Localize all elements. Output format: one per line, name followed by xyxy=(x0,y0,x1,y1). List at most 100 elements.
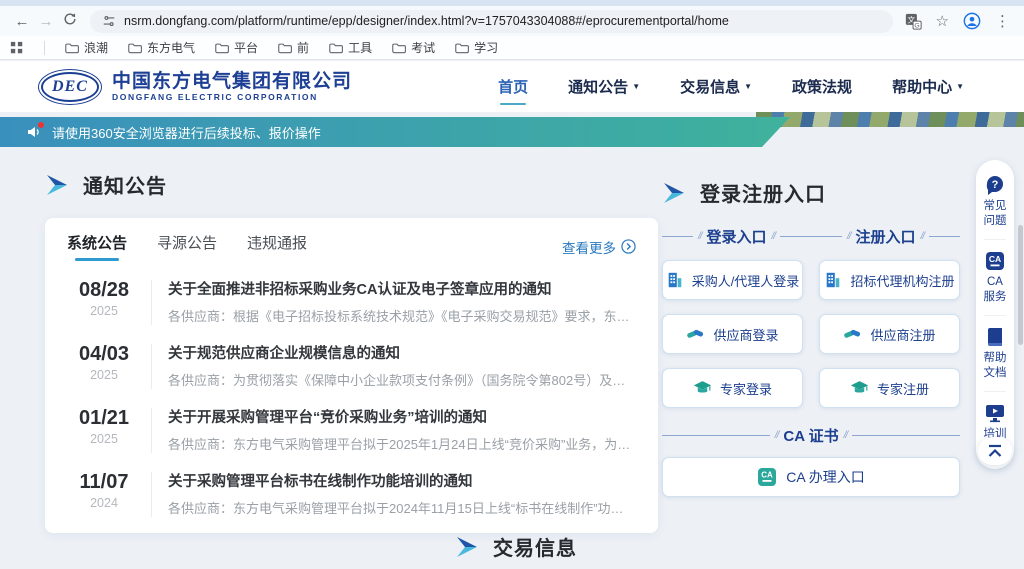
divider xyxy=(984,391,1006,392)
notice-date: 08/28 2025 xyxy=(67,278,141,318)
bookmark-folder-langchao[interactable]: 浪潮 xyxy=(65,39,108,56)
nav-item-policies[interactable]: 政策法规 xyxy=(792,76,852,97)
folder-icon xyxy=(128,42,142,54)
deco-slashes: // xyxy=(772,231,776,242)
bookmark-label: 前 xyxy=(297,39,309,56)
purchaser-login-button[interactable]: 采购人/代理人登录 xyxy=(662,260,803,300)
nav-label: 帮助中心 xyxy=(892,76,952,97)
notice-title[interactable]: 关于开展采购管理平台“竞价采购业务”培训的通知 xyxy=(168,406,636,427)
list-item[interactable]: 08/28 2025 关于全面推进非招标采购业务CA认证及电子签章应用的通知 各… xyxy=(67,278,636,325)
notice-title[interactable]: 关于全面推进非招标采购业务CA认证及电子签章应用的通知 xyxy=(168,278,636,299)
divider xyxy=(151,280,152,325)
login-section-header: 登录注册入口 xyxy=(662,178,960,207)
bookmark-folder-xuexi[interactable]: 学习 xyxy=(455,39,498,56)
ca-service-button[interactable]: CA CA 服务 xyxy=(982,248,1008,307)
divider xyxy=(662,435,770,436)
list-item[interactable]: 04/03 2025 关于规范供应商企业规模信息的通知 各供应商：为贯彻落实《保… xyxy=(67,342,636,389)
tab-violation-reports[interactable]: 违规通报 xyxy=(247,232,307,261)
folder-icon xyxy=(278,42,292,54)
button-label: CA 办理入口 xyxy=(786,467,865,487)
bookmark-label: 东方电气 xyxy=(147,39,195,56)
divider xyxy=(984,239,1006,240)
notice-desc: 各供应商：东方电气采购管理平台拟于2025年1月24日上线“竞价采购”业务，为帮… xyxy=(168,434,636,453)
back-button[interactable]: ← xyxy=(10,13,34,30)
faq-button[interactable]: ? 常见问题 xyxy=(982,172,1008,231)
help-docs-button[interactable]: 帮助文档 xyxy=(982,324,1008,383)
browser-notice-ribbon: 请使用360安全浏览器进行后续投标、报价操作 xyxy=(0,117,790,147)
button-label: 供应商注册 xyxy=(870,325,935,344)
login-register-section: 登录注册入口 // 登录入口 // // 注册入口 // 采购人/代理人登录 招… xyxy=(662,178,960,497)
refresh-button[interactable] xyxy=(58,12,82,30)
expert-register-button[interactable]: 专家注册 xyxy=(819,368,960,408)
float-label: CA 服务 xyxy=(982,275,1008,305)
deco-slashes: // xyxy=(698,231,702,242)
bidding-agency-register-button[interactable]: 招标代理机构注册 xyxy=(819,260,960,300)
toolbar-actions: 文G ☆ ⋮ xyxy=(905,12,1014,30)
bookmark-label: 工具 xyxy=(348,39,372,56)
supplier-register-button[interactable]: 供应商注册 xyxy=(819,314,960,354)
translate-icon[interactable]: 文G xyxy=(905,13,922,30)
notice-title[interactable]: 关于采购管理平台标书在线制作功能培训的通知 xyxy=(168,470,636,491)
profile-avatar-icon[interactable] xyxy=(963,12,981,30)
nav-item-home[interactable]: 首页 xyxy=(498,76,528,97)
ca-header-label: CA 证书 xyxy=(783,425,838,446)
url-bar[interactable]: nsrm.dongfang.com/platform/runtime/epp/d… xyxy=(90,10,893,33)
company-logo[interactable]: DEC 中国东方电气集团有限公司 DONGFANG ELECTRIC CORPO… xyxy=(38,69,352,105)
notice-desc: 各供应商：根据《电子招标投标系统技术规范》《电子采购交易规范》要求，东方电气采购… xyxy=(168,306,636,325)
supplier-login-button[interactable]: 供应商登录 xyxy=(662,314,803,354)
nav-item-trade-info[interactable]: 交易信息▼ xyxy=(680,76,752,97)
bookmark-folder-dongfang[interactable]: 东方电气 xyxy=(128,39,195,56)
section-title: 登录注册入口 xyxy=(700,178,826,207)
button-label: 采购人/代理人登录 xyxy=(692,271,800,290)
float-label: 常见问题 xyxy=(982,199,1008,229)
section-title: 交易信息 xyxy=(493,532,577,561)
apps-grid-icon[interactable] xyxy=(10,41,24,55)
section-title: 通知公告 xyxy=(83,170,167,199)
graduation-cap-icon xyxy=(693,379,712,397)
bookmark-folder-kaoshi[interactable]: 考试 xyxy=(392,39,435,56)
folder-icon xyxy=(392,42,406,54)
notice-desc: 各供应商：东方电气采购管理平台拟于2024年11月15日上线“标书在线制作”功能… xyxy=(168,498,636,517)
chevron-down-icon: ▼ xyxy=(956,82,964,91)
ca-apply-button[interactable]: CA CA 办理入口 xyxy=(662,457,960,497)
graduation-cap-icon xyxy=(850,379,869,397)
back-to-top-button[interactable] xyxy=(978,437,1012,465)
chevron-down-icon: ▼ xyxy=(632,82,640,91)
bookmark-folder-pingtai[interactable]: 平台 xyxy=(215,39,258,56)
view-more-label: 查看更多 xyxy=(562,237,616,257)
building-icon xyxy=(666,271,684,289)
handshake-icon xyxy=(686,325,705,343)
folder-icon xyxy=(329,42,343,54)
bookmark-folder-qian[interactable]: 前 xyxy=(278,39,309,56)
expert-login-button[interactable]: 专家登录 xyxy=(662,368,803,408)
list-item[interactable]: 11/07 2024 关于采购管理平台标书在线制作功能培训的通知 各供应商：东方… xyxy=(67,470,636,517)
bookmarks-divider xyxy=(44,41,45,55)
floating-toolbar: ? 常见问题 CA CA 服务 帮助文档 培训视频 xyxy=(976,160,1014,469)
page: ← → nsrm.dongfang.com/platform/runtime/e… xyxy=(0,0,1024,569)
date-day: 11/07 xyxy=(67,470,141,494)
nav-item-help-center[interactable]: 帮助中心 ▼ xyxy=(892,76,964,97)
view-more-link[interactable]: 查看更多 xyxy=(562,237,636,257)
section-arrow-icon xyxy=(455,536,479,558)
trade-info-section-header: 交易信息 xyxy=(455,532,577,561)
chrome-menu-icon[interactable]: ⋮ xyxy=(995,12,1010,30)
bookmark-star-icon[interactable]: ☆ xyxy=(936,12,949,30)
svg-text:?: ? xyxy=(992,179,999,191)
date-year: 2024 xyxy=(67,496,141,510)
page-scrollbar[interactable] xyxy=(1018,225,1023,345)
bookmark-folder-gongju[interactable]: 工具 xyxy=(329,39,372,56)
nav-item-notices[interactable]: 通知公告▼ xyxy=(568,76,640,97)
company-name-cn: 中国东方电气集团有限公司 xyxy=(112,71,352,93)
section-arrow-icon xyxy=(45,174,69,196)
date-year: 2025 xyxy=(67,304,141,318)
forward-button[interactable]: → xyxy=(34,13,58,30)
notice-date: 11/07 2024 xyxy=(67,470,141,510)
tab-sourcing-notices[interactable]: 寻源公告 xyxy=(157,232,217,261)
button-label: 供应商登录 xyxy=(713,325,778,344)
list-item[interactable]: 01/21 2025 关于开展采购管理平台“竞价采购业务”培训的通知 各供应商：… xyxy=(67,406,636,453)
url-text[interactable]: nsrm.dongfang.com/platform/runtime/epp/d… xyxy=(124,14,729,28)
float-label: 帮助文档 xyxy=(982,351,1008,381)
notice-title[interactable]: 关于规范供应商企业规模信息的通知 xyxy=(168,342,636,363)
tab-system-notices[interactable]: 系统公告 xyxy=(67,232,127,261)
site-settings-icon[interactable] xyxy=(102,14,116,28)
